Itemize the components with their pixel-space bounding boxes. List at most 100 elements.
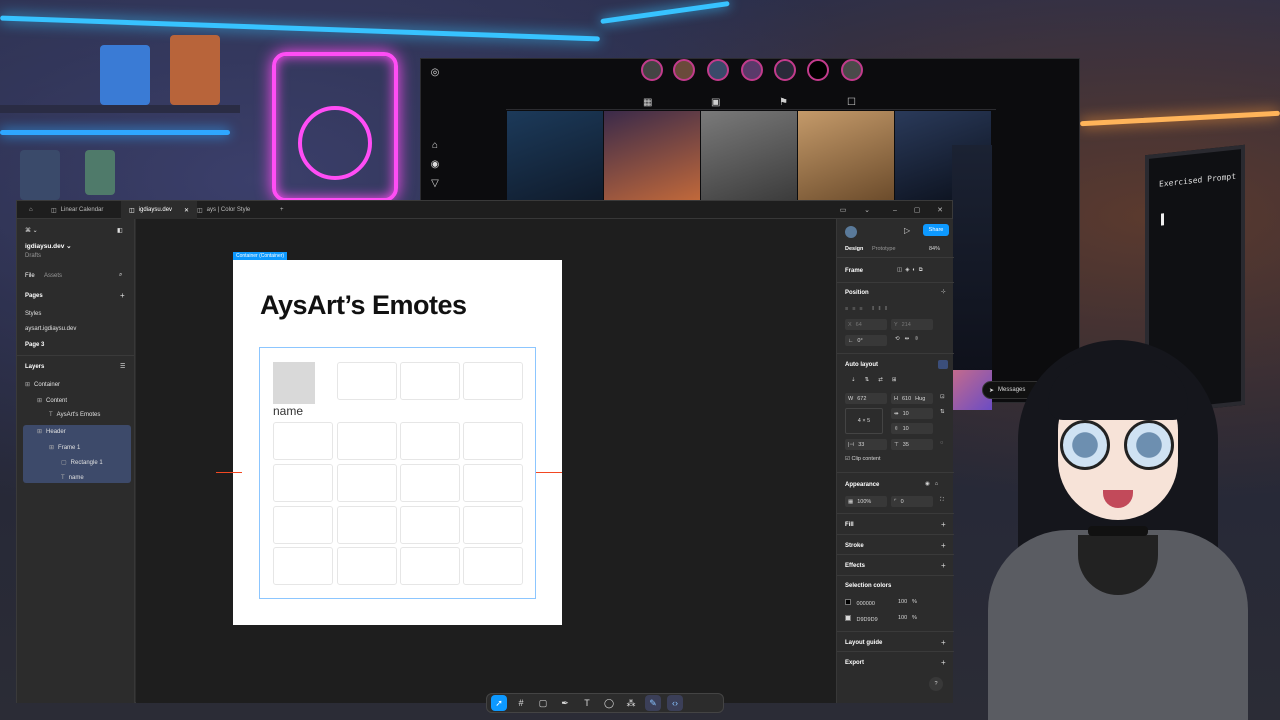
clip-content-checkbox[interactable]: ☑ Clip content	[845, 456, 881, 462]
grid-cell[interactable]	[337, 506, 397, 544]
add-effect-button[interactable]: +	[941, 561, 946, 570]
story-highlight[interactable]	[673, 59, 695, 81]
layer-title-text[interactable]: T AysArt's Emotes	[49, 412, 100, 418]
page-item-aysart[interactable]: aysart.igdiaysu.dev	[25, 326, 76, 332]
padding-options-icon[interactable]: ◌	[940, 440, 943, 446]
width-field[interactable]: W 672	[845, 393, 887, 404]
dev-mode-icon[interactable]: ‹›	[667, 695, 683, 711]
panel-tab-file[interactable]: File	[25, 273, 35, 279]
add-page-button[interactable]: +	[120, 291, 125, 300]
tab-prototype[interactable]: Prototype	[872, 246, 896, 252]
tab-igdiaysu[interactable]: ◫ igdiaysu.dev ✕	[121, 201, 198, 219]
grid-cell[interactable]	[400, 422, 460, 460]
container-frame[interactable]: AysArt’s Emotes name	[233, 260, 562, 625]
layers-options-icon[interactable]: ☰	[120, 363, 125, 370]
constraints-icon[interactable]: ⊡	[940, 394, 945, 400]
add-layout-guide-button[interactable]: +	[941, 638, 946, 647]
layer-rectangle1[interactable]: ▢ Rectangle 1	[61, 459, 103, 466]
frame-title[interactable]: AysArt’s Emotes	[260, 290, 467, 321]
avatar[interactable]	[845, 226, 857, 238]
selection-color-row[interactable]: D9D9D9 100 %	[845, 615, 945, 623]
emote-placeholder-rectangle[interactable]	[273, 362, 315, 404]
corner-options-icon[interactable]: ⛶	[940, 497, 944, 504]
main-menu-button[interactable]: ⌘ ⌄	[25, 227, 38, 234]
share-button[interactable]: Share	[923, 224, 949, 236]
post-thumbnail[interactable]	[507, 111, 603, 203]
layer-container[interactable]: ⊞ Container	[25, 381, 60, 388]
alignment-icons[interactable]: ≡≡≡ ‖‖‖	[845, 306, 891, 312]
move-tool-icon[interactable]: ➚	[491, 695, 507, 711]
canvas[interactable]: Container (Container) AysArt’s Emotes na…	[136, 219, 836, 713]
actions-icon[interactable]: ⁂	[623, 695, 639, 711]
spacing-options-icon[interactable]: ⇅	[940, 409, 945, 415]
post-thumbnail[interactable]	[798, 111, 894, 203]
story-highlight[interactable]	[641, 59, 663, 81]
story-highlight[interactable]	[741, 59, 763, 81]
new-tab-button[interactable]: +	[272, 201, 292, 219]
grid-cell[interactable]	[400, 506, 460, 544]
layer-content[interactable]: ⊞ Content	[37, 397, 67, 404]
grid-cell[interactable]	[463, 464, 523, 502]
emote-grid[interactable]: name	[259, 347, 536, 599]
design-mode-icon[interactable]: ✎	[645, 695, 661, 711]
layer-name-text[interactable]: Tname	[61, 475, 84, 481]
file-name[interactable]: igdiaysu.dev ⌄	[25, 242, 72, 250]
instagram-icon[interactable]: ◎	[428, 66, 442, 80]
add-fill-button[interactable]: +	[941, 520, 946, 529]
position-options-icon[interactable]: ⊹	[941, 289, 946, 295]
reels-icon[interactable]: ◉	[428, 158, 442, 172]
saved-icon[interactable]: ⚑	[779, 97, 788, 108]
story-highlight[interactable]	[841, 59, 863, 81]
grid-cell[interactable]	[337, 422, 397, 460]
rotation-field[interactable]: ∟ 0°	[845, 335, 887, 346]
grid-cell[interactable]	[273, 422, 333, 460]
close-window-icon[interactable]: ✕	[930, 201, 950, 219]
help-button[interactable]: ?	[929, 677, 943, 691]
app-menu-icon[interactable]: ▭	[833, 201, 853, 219]
padding-horizontal-field[interactable]: |⊣ 33	[845, 439, 887, 450]
search-icon[interactable]: ⌕	[119, 272, 122, 279]
grid-cell[interactable]	[273, 547, 333, 585]
grid-cell[interactable]	[400, 362, 460, 400]
tagged-icon[interactable]: ☐	[847, 97, 856, 108]
corner-radius-field[interactable]: ⌜ 0	[891, 496, 933, 507]
story-highlight[interactable]	[774, 59, 796, 81]
pen-tool-icon[interactable]: ✒	[557, 695, 573, 711]
reels-tab-icon[interactable]: ▣	[711, 97, 720, 108]
page-item-styles[interactable]: Styles	[25, 311, 41, 317]
posts-grid-icon[interactable]: ▦	[643, 97, 652, 108]
grid-cell[interactable]	[337, 362, 397, 400]
visibility-icon[interactable]: ◉⌂	[925, 481, 943, 487]
post-thumbnail[interactable]	[701, 111, 797, 203]
grid-cell[interactable]	[337, 547, 397, 585]
page-item-page3[interactable]: Page 3	[25, 342, 44, 348]
grid-cell[interactable]	[463, 362, 523, 400]
send-icon[interactable]: ▽	[428, 177, 442, 191]
minimize-icon[interactable]: –	[885, 201, 905, 219]
panel-tab-assets[interactable]: Assets	[44, 273, 62, 279]
maximize-icon[interactable]: ▢	[907, 201, 927, 219]
play-icon[interactable]: ▷	[904, 226, 910, 235]
tab-linear-calendar[interactable]: ◫ Linear Calendar	[43, 201, 111, 219]
padding-vertical-field[interactable]: ⊤ 35	[891, 439, 933, 450]
chevron-down-icon[interactable]: ⌄	[857, 201, 877, 219]
grid-cell[interactable]	[463, 506, 523, 544]
flip-icons[interactable]: ⟲⇹⇳	[895, 336, 924, 342]
layer-header[interactable]: ⊞ Header	[37, 428, 66, 435]
layout-direction-icons[interactable]: ⇣⇅⇄⊞	[851, 377, 905, 383]
frame-tool-icon[interactable]: #	[513, 695, 529, 711]
grid-cell[interactable]	[273, 464, 333, 502]
text-tool-icon[interactable]: T	[579, 695, 595, 711]
grid-cell[interactable]	[273, 506, 333, 544]
add-stroke-button[interactable]: +	[941, 541, 946, 550]
tab-color-style[interactable]: ◫ ays | Color Style	[189, 201, 258, 219]
home-icon[interactable]: ⌂	[428, 139, 442, 153]
layer-frame1[interactable]: ⊞ Frame 1	[49, 444, 80, 451]
alignment-grid[interactable]: 4 × 5	[845, 408, 883, 434]
zoom-level[interactable]: 84%	[929, 246, 940, 252]
y-field[interactable]: Y 214	[891, 319, 933, 330]
home-tab[interactable]: ⌂	[21, 201, 41, 219]
sidebar-toggle-icon[interactable]: ◧	[117, 227, 123, 234]
opacity-field[interactable]: ▦ 100%	[845, 496, 887, 507]
height-field[interactable]: H 610 Hug	[891, 393, 933, 404]
